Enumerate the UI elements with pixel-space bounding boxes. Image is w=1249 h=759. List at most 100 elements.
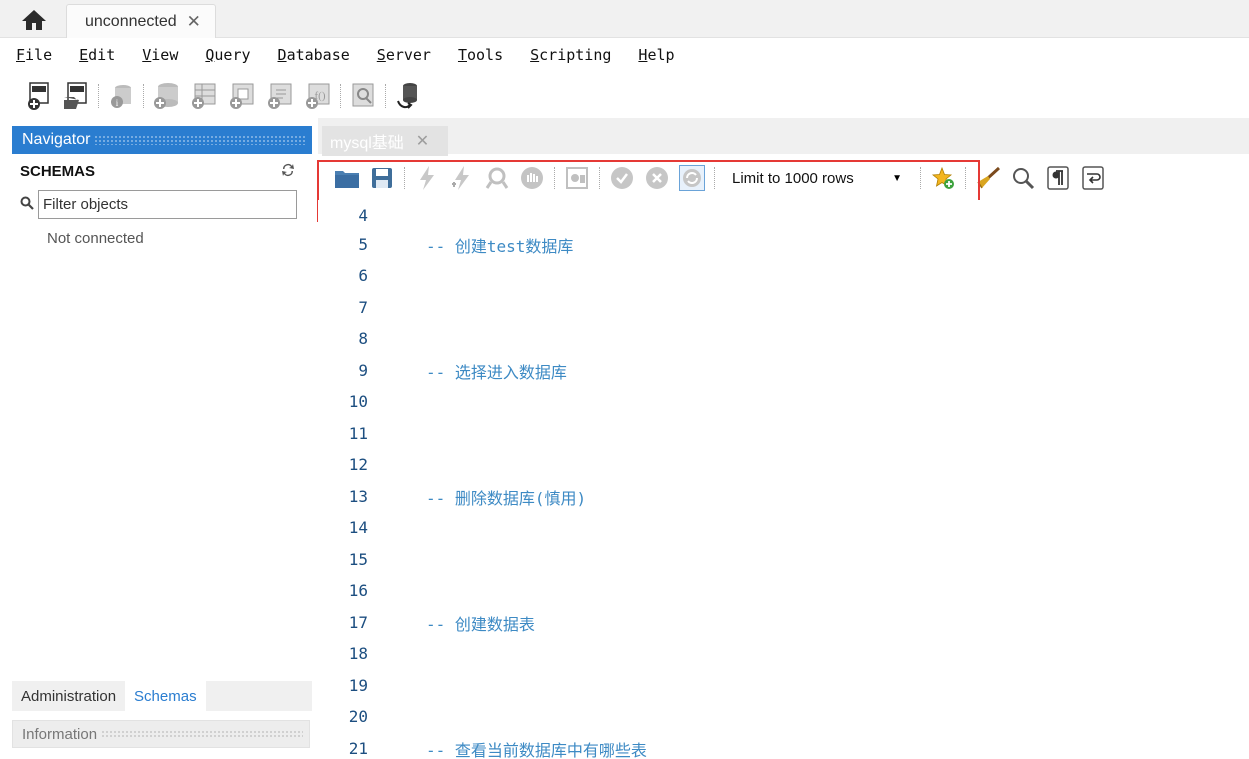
toggle-results-icon[interactable] [564,165,590,191]
navigator-panel: Navigator SCHEMAS Not connected Administ… [12,126,312,759]
create-view-icon[interactable] [226,80,258,112]
show-invisibles-icon[interactable] [1045,165,1071,191]
limit-rows-label: Limit to 1000 rows [732,169,854,187]
toolbar-separator [404,167,405,189]
menu-scripting[interactable]: Scripting [530,46,611,64]
close-icon[interactable]: ✕ [416,131,429,151]
code-line: 18 [318,638,1249,669]
search-table-data-icon[interactable] [347,80,379,112]
header-grip [94,135,306,145]
code-line: 10 [318,386,1249,417]
line-text: -- 删除数据库(慎用) [426,488,587,508]
explain-icon[interactable] [484,165,510,191]
line-number: 10 [348,392,368,411]
navigator-bottom-tabs: Administration Schemas [12,681,312,711]
line-number: 13 [348,487,368,506]
create-schema-icon[interactable] [150,80,182,112]
filter-row [12,188,312,220]
home-icon[interactable] [14,6,54,34]
code-line: 13 -- 删除数据库(慎用) [318,481,1249,512]
code-line: 8 [318,323,1249,354]
line-number: 8 [358,329,368,348]
toolbar-separator [340,84,341,108]
connection-tab[interactable]: unconnected ✕ [66,4,216,38]
editor-tab-label: mysql基础 [330,135,404,152]
menu-tools[interactable]: Tools [458,46,503,64]
word-wrap-icon[interactable] [1080,165,1106,191]
line-number: 9 [358,361,368,380]
commit-icon[interactable] [609,165,635,191]
open-file-icon[interactable] [334,165,360,191]
navigator-title: Navigator [22,131,91,148]
line-number: 7 [358,298,368,317]
editor-tab-mysql[interactable]: mysql基础 ✕ [322,126,448,156]
rollback-icon[interactable] [644,165,670,191]
menu-help[interactable]: Help [638,46,674,64]
toolbar-separator [385,84,386,108]
connection-info-icon[interactable]: i [105,80,137,112]
chevron-down-icon: ▼ [892,172,902,184]
navigator-header: Navigator [12,126,312,154]
code-line: 21 -- 查看当前数据库中有哪些表 [318,733,1249,759]
toolbar-separator [143,84,144,108]
top-tab-strip: unconnected ✕ [0,0,1249,38]
line-number: 14 [348,518,368,537]
refresh-icon[interactable] [280,162,296,182]
filter-objects-input[interactable] [38,189,297,219]
menu-bar: File Edit View Query Database Server Too… [0,38,1249,72]
code-line: 9 -- 选择进入数据库 [318,355,1249,386]
line-text: -- 创建test数据库 [426,236,574,256]
add-snippet-star-icon[interactable] [930,165,956,191]
code-line: 16 [318,575,1249,606]
limit-rows-select[interactable]: Limit to 1000 rows ▼ [724,164,910,192]
menu-file[interactable]: File [16,46,52,64]
information-header: Information [12,720,310,748]
code-line: 6 [318,260,1249,291]
save-icon[interactable] [369,165,395,191]
toolbar-separator [554,167,555,189]
code-line: 7 [318,292,1249,323]
find-icon[interactable] [1010,165,1036,191]
code-line: 14 [318,512,1249,543]
execute-icon[interactable] [414,165,440,191]
editor-toolbar: Limit to 1000 rows ▼ [318,156,1249,200]
header-grip [101,730,303,738]
tab-schemas[interactable]: Schemas [125,681,206,711]
reconnect-icon[interactable] [392,80,424,112]
connection-status: Not connected [47,230,144,247]
tab-administration[interactable]: Administration [12,681,125,711]
toolbar-separator [920,167,921,189]
code-line: 12 [318,449,1249,480]
line-number: 20 [348,707,368,726]
line-number: 5 [358,235,368,254]
menu-edit[interactable]: Edit [79,46,115,64]
beautify-brush-icon[interactable] [975,165,1001,191]
open-sql-script-icon[interactable] [60,80,92,112]
code-line: 4 [318,200,1249,231]
line-number: 4 [358,206,368,225]
line-text: -- 查看当前数据库中有哪些表 [426,740,647,759]
menu-view[interactable]: View [142,46,178,64]
line-number: 18 [348,644,368,663]
schemas-label: SCHEMAS [20,162,96,180]
toolbar-separator [965,167,966,189]
execute-statement-icon[interactable] [449,165,475,191]
autocommit-toggle-icon[interactable] [679,165,705,191]
connection-tab-label: unconnected [85,12,177,30]
create-procedure-icon[interactable] [264,80,296,112]
new-sql-tab-icon[interactable] [22,80,54,112]
create-function-icon[interactable]: f() [302,80,334,112]
toolbar-separator [599,167,600,189]
code-line: 5 -- 创建test数据库 [318,229,1249,260]
line-number: 19 [348,676,368,695]
line-number: 15 [348,550,368,569]
sql-editor[interactable]: 4 5 -- 创建test数据库 6 7 8 9 -- 选择进入数据库 10 11 … [318,200,1249,759]
menu-database[interactable]: Database [278,46,350,64]
menu-server[interactable]: Server [377,46,431,64]
close-icon[interactable]: ✕ [187,12,201,32]
line-number: 6 [358,266,368,285]
stop-icon[interactable] [519,165,545,191]
create-table-icon[interactable] [188,80,220,112]
menu-query[interactable]: Query [205,46,250,64]
line-number: 17 [348,613,368,632]
